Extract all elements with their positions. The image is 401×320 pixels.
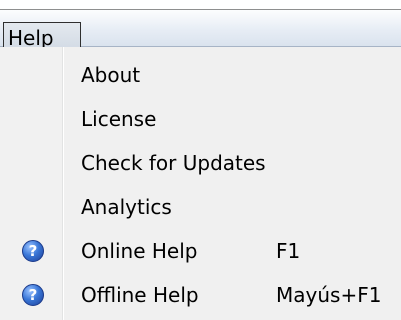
menu-item-online-help-shortcut: F1 — [276, 239, 301, 263]
menu-item-license[interactable]: License — [0, 100, 401, 138]
menu-item-check-for-updates[interactable]: Check for Updates — [0, 144, 401, 182]
help-icon: ? — [22, 284, 44, 306]
menu-item-analytics[interactable]: Analytics — [0, 188, 401, 226]
menu-item-license-label: License — [81, 107, 157, 131]
menu-item-check-for-updates-label: Check for Updates — [81, 151, 266, 175]
menu-item-offline-help-shortcut: Mayús+F1 — [276, 283, 382, 307]
menubar: Help — [0, 10, 401, 55]
menu-item-about[interactable]: About — [0, 56, 401, 94]
window-top-strip — [0, 0, 401, 10]
help-icon: ? — [22, 240, 44, 262]
menu-item-about-label: About — [81, 63, 141, 87]
help-dropdown-menu: About License Check for Updates Analytic… — [0, 47, 401, 320]
menu-item-online-help-label: Online Help — [81, 239, 198, 263]
menu-item-offline-help[interactable]: ? Offline Help Mayús+F1 — [0, 276, 401, 314]
menu-item-analytics-label: Analytics — [81, 195, 172, 219]
menu-item-online-help[interactable]: ? Online Help F1 — [0, 232, 401, 270]
menu-item-offline-help-label: Offline Help — [81, 283, 199, 307]
